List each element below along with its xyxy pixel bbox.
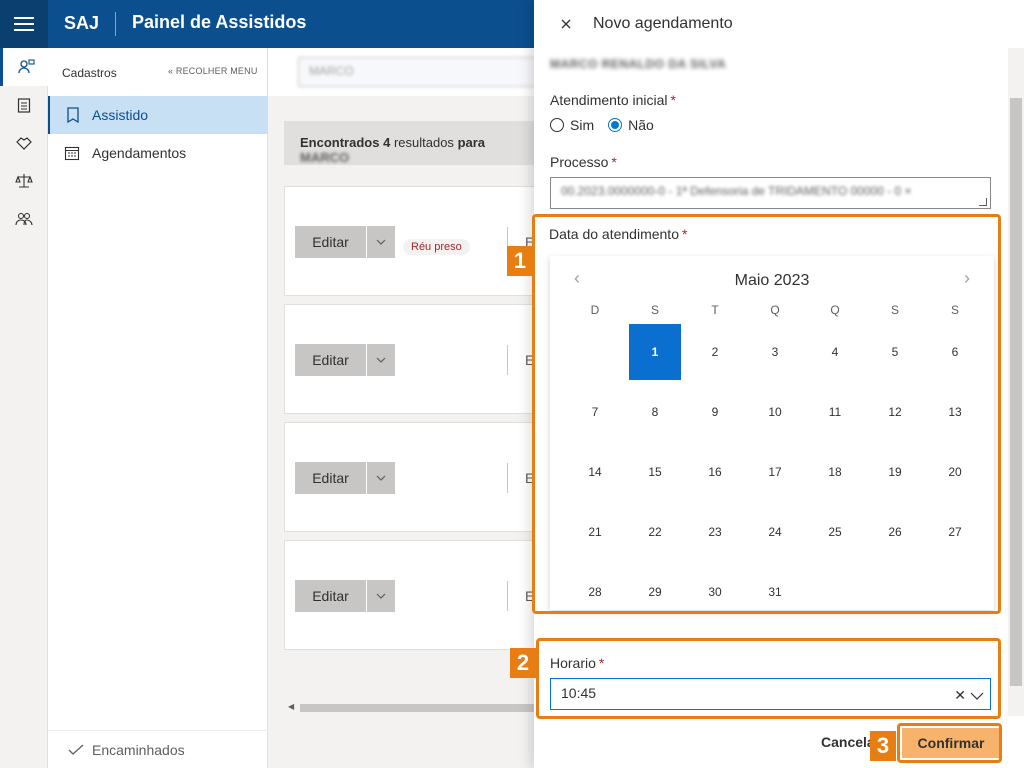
radio-nao[interactable] [608,118,623,132]
chevron-down-icon[interactable] [366,462,395,494]
sidebar-item-label: Assistido [92,107,149,123]
sidebar-item-label: Agendamentos [92,145,187,161]
sidebar-footer-label: Encaminhados [92,741,185,758]
edit-button[interactable]: Editar [295,344,366,376]
edit-button[interactable]: Editar [295,580,366,612]
sidebar-item-assistido[interactable]: Assistido [48,96,268,134]
initial-attendance-radio-group: Sim Não [550,117,662,133]
icon-rail [0,48,48,768]
rail-assistidos-icon[interactable] [0,48,48,86]
edit-split-button: Editar [295,226,395,258]
checkmark-icon [68,744,84,755]
edit-button[interactable]: Editar [295,462,366,494]
result-card: Editar E [284,304,544,414]
rail-handshake-icon[interactable] [0,124,48,162]
radio-sim[interactable] [550,118,564,132]
app-name[interactable]: SAJ [64,13,99,34]
scroll-left-icon[interactable]: ◀ [288,702,294,711]
chevron-down-icon[interactable] [366,226,395,258]
card-divider [507,345,508,375]
card-divider [507,463,508,493]
calendar-icon [64,146,80,161]
close-icon[interactable] [556,14,576,34]
process-value: 00.2023.0000000-0 - 1ª Defensoria de TRI… [561,184,912,198]
rail-scales-icon[interactable] [0,162,48,200]
highlight-date-box [532,214,1001,614]
edit-button[interactable]: Editar [295,226,366,258]
process-label: Processo * [550,154,617,170]
edit-split-button: Editar [295,344,395,376]
edit-split-button: Editar [295,462,395,494]
chevron-down-icon[interactable] [366,344,395,376]
collapse-menu-button[interactable]: « RECOLHER MENU [168,66,258,76]
hamburger-menu-icon[interactable] [0,0,48,48]
results-summary: Encontrados 4 resultados para MARCO [284,121,544,165]
radio-nao-label[interactable]: Não [628,117,654,133]
panel-title: Novo agendamento [593,15,733,32]
sidebar-item-encaminhados[interactable]: Encaminhados [48,730,268,768]
topbar-divider [115,12,116,36]
scrollbar-thumb[interactable] [300,704,544,712]
rail-clipboard-icon[interactable] [0,86,48,124]
highlight-time-box [536,638,1001,719]
result-card: Editar E [284,422,544,532]
annotation-number: 3 [870,731,896,761]
search-input[interactable]: MARCO [298,57,558,87]
annotation-number: 2 [510,648,536,678]
assisted-name: MARCO RENALDO DA SILVA [550,57,727,71]
result-card: Editar Réu preso E [284,186,544,296]
horizontal-scrollbar[interactable]: ◀ [284,700,544,716]
edit-split-button: Editar [295,580,395,612]
page-title: Painel de Assistidos [132,12,307,32]
chevron-down-icon[interactable] [366,580,395,612]
card-divider [507,581,508,611]
panel-scrollbar[interactable] [1008,48,1024,716]
result-card: Editar E [284,540,544,650]
initial-attendance-label: Atendimento inicial * [550,92,676,108]
sidebar-item-agendamentos[interactable]: Agendamentos [48,134,268,172]
sidenav-header: Cadastros [62,66,117,80]
highlight-confirm-box [897,723,1002,763]
process-field[interactable]: 00.2023.0000000-0 - 1ª Defensoria de TRI… [550,177,991,209]
resize-handle-icon[interactable] [979,198,987,206]
rail-people-icon[interactable] [0,200,48,238]
scrollbar-thumb[interactable] [1010,98,1022,686]
side-navigation: Cadastros « RECOLHER MENU Assistido Agen… [48,48,268,768]
bookmark-icon [67,107,79,123]
annotation-number: 1 [507,246,533,276]
status-badge: Réu preso [403,239,470,255]
radio-sim-label[interactable]: Sim [570,117,594,133]
